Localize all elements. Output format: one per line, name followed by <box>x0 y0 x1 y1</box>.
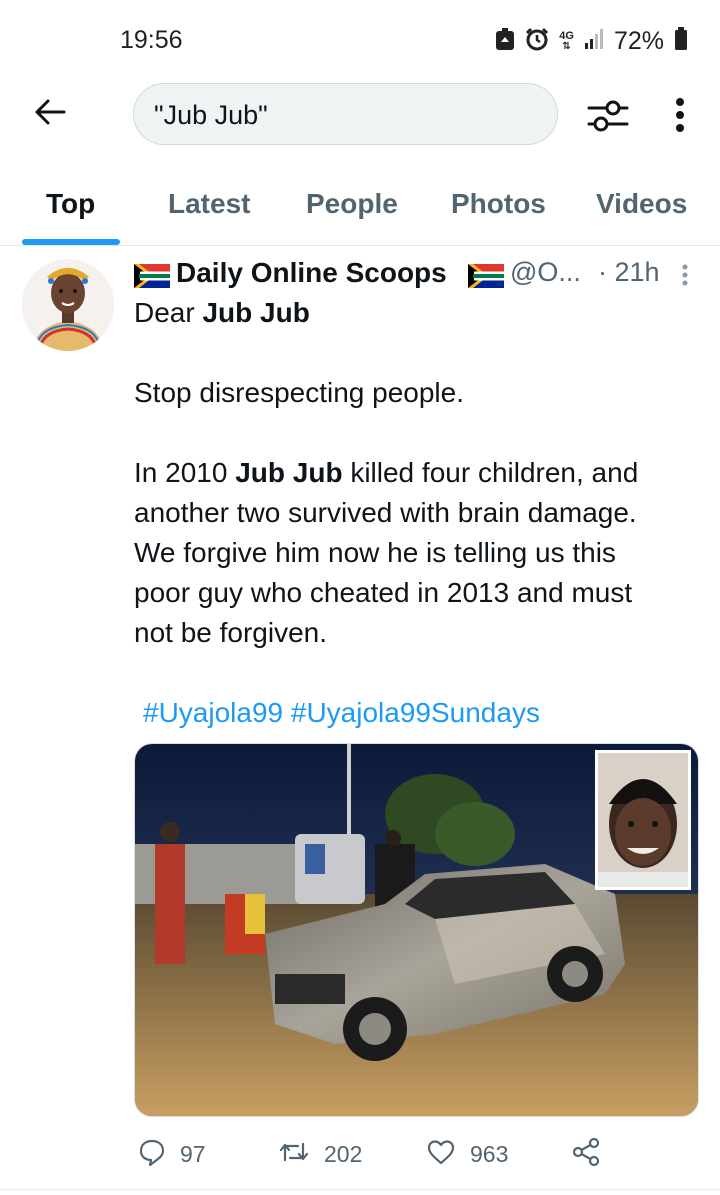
text-segment: Dear <box>134 297 203 328</box>
retweet-icon <box>278 1138 310 1171</box>
tab-videos[interactable]: Videos <box>596 188 687 220</box>
search-input[interactable]: "Jub Jub" <box>133 83 558 145</box>
share-icon <box>571 1137 601 1172</box>
text-segment: In 2010 <box>134 457 236 488</box>
tweet-timestamp[interactable]: · 21h <box>598 257 660 288</box>
text-segment: killed four children, and <box>342 457 639 488</box>
tweet-text-line: not be forgiven. <box>134 617 328 648</box>
south-africa-flag-icon <box>133 260 170 293</box>
tweet[interactable]: Daily Online Scoops @O... · 21h Dear Jub… <box>0 247 720 1192</box>
tweet-media-image[interactable] <box>134 743 699 1117</box>
retweet-count: 202 <box>324 1140 363 1167</box>
active-tab-indicator <box>22 239 120 245</box>
search-tabs: Top Latest People Photos Videos <box>0 170 720 246</box>
heart-icon <box>426 1138 456 1171</box>
like-button[interactable]: 963 <box>426 1137 508 1171</box>
filter-icon <box>586 100 630 142</box>
tweet-text-line: We forgive him now he is telling us this <box>134 537 616 568</box>
status-bar: 19:56 4G ⇅ 72% <box>0 0 720 80</box>
hashtag-link[interactable]: #Uyajola99 <box>143 697 283 728</box>
tweet-header: Daily Online Scoops @O... · 21h <box>133 257 694 293</box>
signal-icon <box>584 28 604 55</box>
display-name[interactable]: Daily Online Scoops <box>176 257 447 289</box>
tweet-text-line: another two survived with brain damage. <box>134 497 637 528</box>
reply-button[interactable]: 97 <box>138 1137 206 1171</box>
tweet-text-line: poor guy who cheated in 2013 and must <box>134 577 633 608</box>
tab-photos[interactable]: Photos <box>451 188 546 220</box>
tweet-actions: 97 202 963 <box>134 1133 699 1173</box>
tweet-text-line: In 2010 Jub Jub killed four children, an… <box>134 453 638 493</box>
tweet-text-line: Dear Jub Jub <box>134 293 310 333</box>
hashtags: #Uyajola99 #Uyajola99Sundays <box>143 693 540 733</box>
more-vertical-icon <box>668 98 692 142</box>
alarm-icon <box>525 27 549 56</box>
network-4g-icon: 4G ⇅ <box>559 29 574 52</box>
user-handle[interactable]: @O... <box>510 257 581 288</box>
south-africa-flag-icon <box>467 260 504 293</box>
like-count: 963 <box>470 1140 509 1167</box>
hashtag-link[interactable]: #Uyajola99Sundays <box>291 697 540 728</box>
more-options-button[interactable] <box>668 94 692 138</box>
battery-icon <box>674 26 688 56</box>
tweet-more-button[interactable] <box>678 263 692 293</box>
back-button[interactable] <box>30 94 70 134</box>
status-time: 19:56 <box>120 26 183 54</box>
avatar[interactable] <box>22 259 114 351</box>
filter-button[interactable] <box>586 94 630 138</box>
share-button[interactable] <box>571 1137 601 1171</box>
reply-count: 97 <box>180 1140 206 1167</box>
tab-latest[interactable]: Latest <box>168 188 250 220</box>
status-icons: 4G ⇅ 72% <box>495 26 688 56</box>
back-arrow-icon <box>34 98 66 131</box>
tab-top[interactable]: Top <box>46 188 95 220</box>
highlighted-term: Jub Jub <box>202 297 310 328</box>
retweet-button[interactable]: 202 <box>278 1137 362 1171</box>
divider <box>0 1189 720 1190</box>
reply-icon <box>138 1138 166 1171</box>
battery-percent: 72% <box>613 26 664 55</box>
tweet-text-line: Stop disrespecting people. <box>134 377 464 408</box>
search-header: "Jub Jub" <box>0 80 720 152</box>
search-query: "Jub Jub" <box>154 100 268 130</box>
highlighted-term: Jub Jub <box>235 457 343 488</box>
tab-people[interactable]: People <box>306 188 398 220</box>
recycle-icon <box>495 27 515 56</box>
